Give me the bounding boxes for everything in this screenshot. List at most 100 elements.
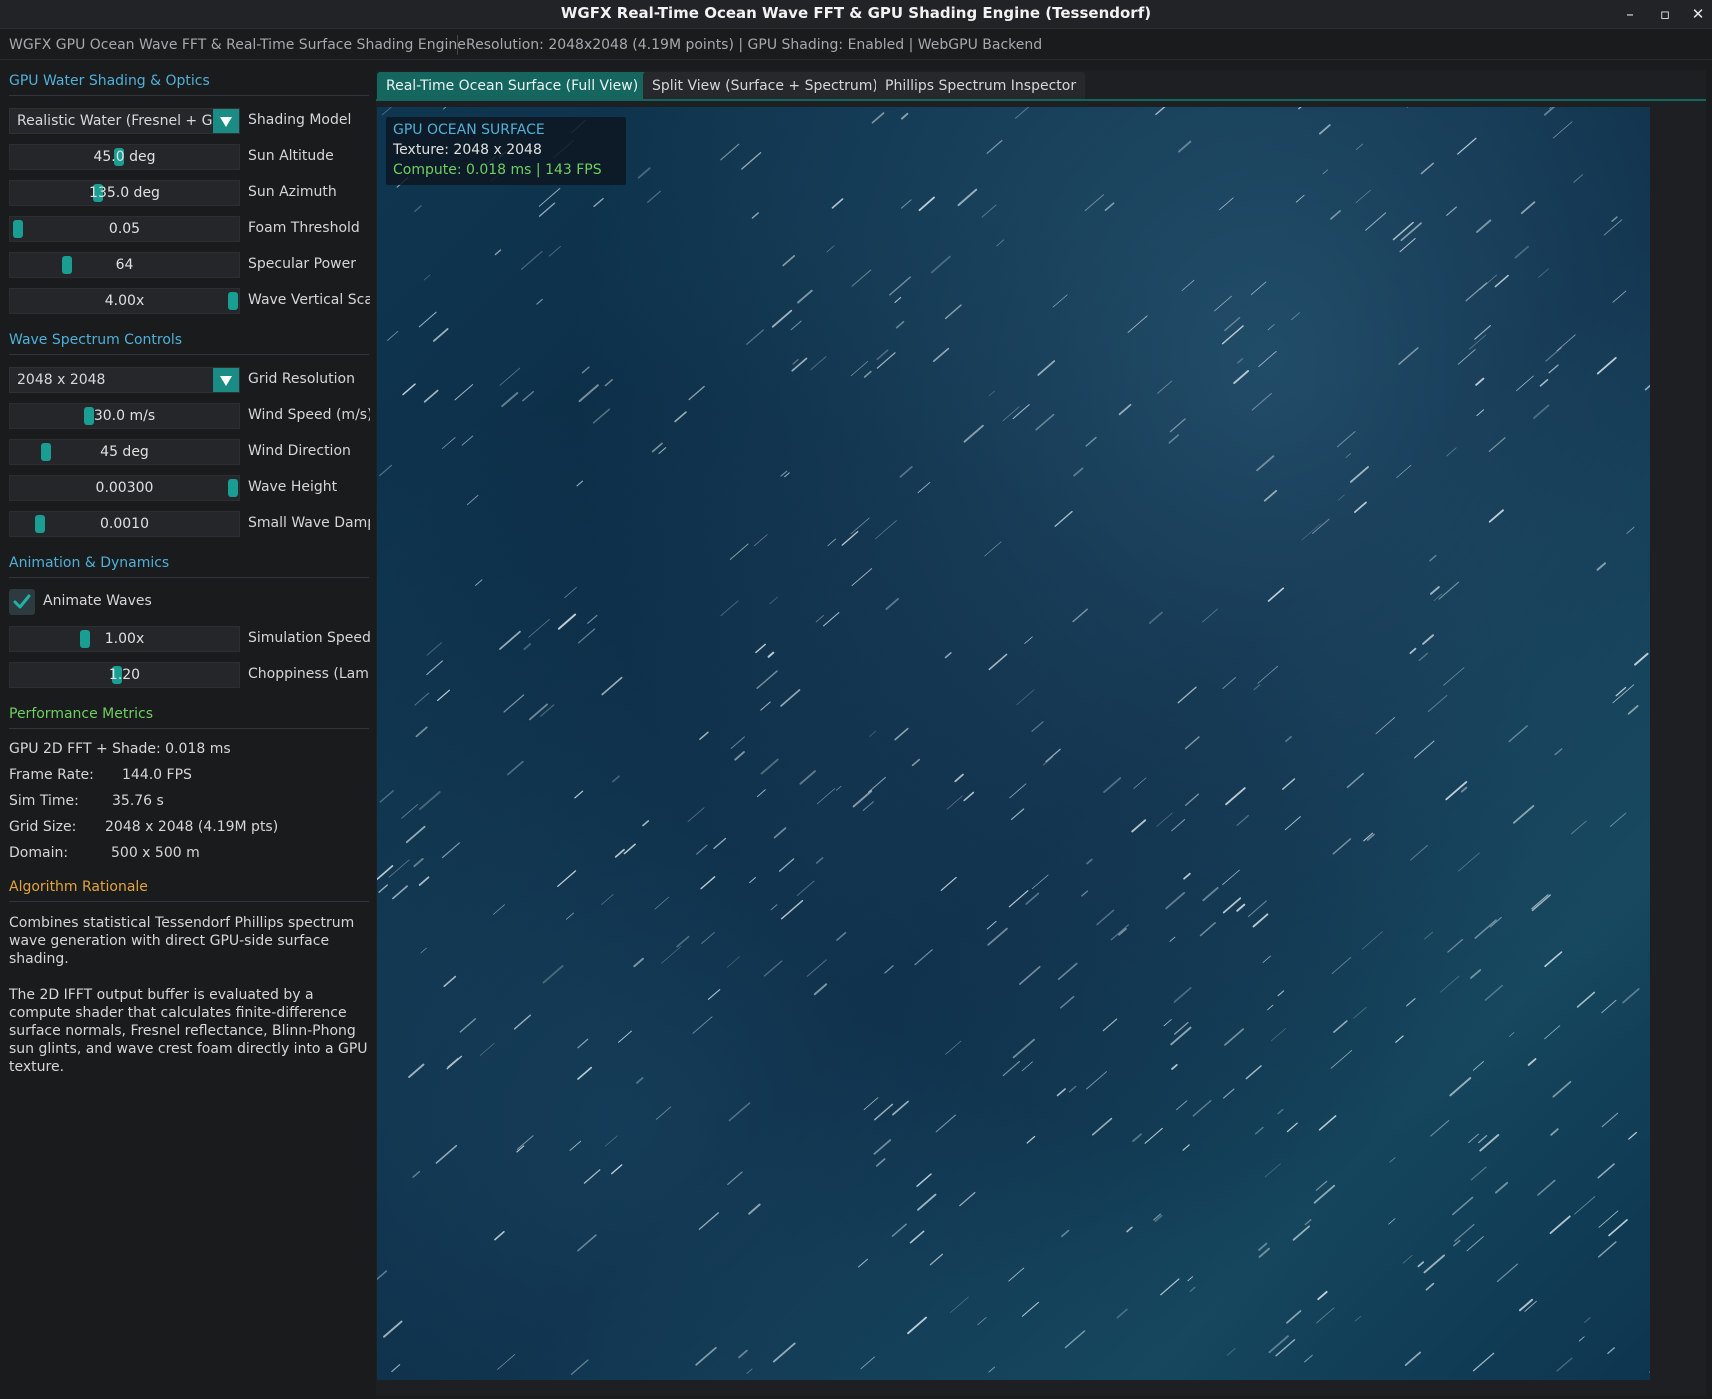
foam-streak xyxy=(957,188,978,207)
tab-full-view[interactable]: Real-Time Ocean Surface (Full View) xyxy=(377,72,648,100)
foam-streak xyxy=(1330,1050,1353,1069)
foam-streak xyxy=(707,988,721,1000)
foam-streak xyxy=(651,442,663,453)
wave-height-label: Wave Height xyxy=(248,479,338,495)
foam-streak xyxy=(1601,999,1617,1014)
foam-streak xyxy=(577,1066,593,1080)
wave-height-slider[interactable]: 0.00300 xyxy=(9,475,240,501)
foam-streak xyxy=(851,269,872,287)
foam-streak xyxy=(720,143,740,161)
foam-streak xyxy=(501,392,519,408)
ocean-surface-viewport[interactable] xyxy=(377,107,1650,1380)
foam-streak xyxy=(1476,409,1485,417)
foam-streak xyxy=(377,865,394,880)
foam-streak xyxy=(1512,805,1535,824)
foam-streak xyxy=(479,1043,495,1056)
foam-streak xyxy=(383,1320,403,1338)
foam-streak xyxy=(674,411,687,423)
metric-label: Sim Time: xyxy=(9,793,79,809)
tab-split-view[interactable]: Split View (Surface + Spectrum) xyxy=(643,72,887,100)
sun-azimuth-slider[interactable]: 135.0 deg xyxy=(9,180,240,206)
foam-streak xyxy=(889,276,911,296)
foam-streak xyxy=(1025,892,1040,905)
choppiness-slider[interactable]: 1.20 xyxy=(9,662,240,688)
small-wave-damping-slider[interactable]: 0.0010 xyxy=(9,511,240,537)
foam-streak xyxy=(1406,998,1416,1007)
foam-streak xyxy=(494,1230,505,1241)
foam-streak xyxy=(1192,1100,1212,1117)
shading-model-dropdown[interactable]: Realistic Water (Fresnel + Glint) xyxy=(9,108,240,134)
foam-streak xyxy=(654,896,670,910)
wave-vertical-scale-slider[interactable]: 4.00x xyxy=(9,288,240,314)
foam-streak xyxy=(755,643,766,654)
foam-streak xyxy=(1277,990,1285,997)
minimize-icon[interactable]: – xyxy=(1619,3,1641,25)
wind-speed-slider[interactable]: 30.0 m/s xyxy=(9,403,240,429)
foam-streak xyxy=(1389,1157,1396,1163)
maximize-icon[interactable]: ▫ xyxy=(1654,3,1676,25)
foam-streak xyxy=(601,894,614,905)
foam-streak xyxy=(413,857,424,868)
foam-streak xyxy=(418,790,441,811)
foam-streak xyxy=(540,704,555,717)
foam-streak xyxy=(1202,886,1219,902)
foam-streak xyxy=(577,1234,597,1252)
foam-streak xyxy=(1084,194,1105,212)
foam-streak xyxy=(894,727,909,741)
grid-resolution-dropdown[interactable]: 2048 x 2048 xyxy=(9,367,240,393)
foam-streak xyxy=(661,945,682,964)
foam-streak xyxy=(1316,1307,1335,1324)
tab-spectrum-inspector[interactable]: Phillips Spectrum Inspector xyxy=(876,72,1086,100)
foam-streak xyxy=(700,876,716,890)
foam-streak xyxy=(911,758,921,767)
foam-streak xyxy=(1414,740,1435,759)
foam-streak xyxy=(810,356,827,371)
animate-waves-checkbox[interactable] xyxy=(9,589,35,615)
chevron-down-icon[interactable] xyxy=(213,368,239,392)
section-header-performance: Performance Metrics xyxy=(9,706,153,722)
foam-streak xyxy=(932,347,950,362)
overlay-compute: Compute: 0.018 ms | 143 FPS xyxy=(393,162,602,178)
foam-streak xyxy=(401,803,419,819)
foam-streak xyxy=(1031,874,1049,890)
foam-streak xyxy=(986,920,997,930)
foam-streak xyxy=(1479,1134,1500,1152)
foam-streak xyxy=(1427,694,1448,713)
foam-streak xyxy=(874,1103,894,1121)
foam-streak xyxy=(1628,1131,1637,1140)
chevron-down-icon[interactable] xyxy=(213,109,239,133)
close-icon[interactable]: ✕ xyxy=(1687,3,1709,25)
specular-power-slider[interactable]: 64 xyxy=(9,252,240,278)
title-bar: WGFX Real-Time Ocean Wave FFT & GPU Shad… xyxy=(0,0,1712,29)
foam-streak xyxy=(1184,736,1200,750)
foam-streak xyxy=(1173,987,1192,1003)
foam-streak xyxy=(1002,406,1020,422)
foam-streak xyxy=(876,352,896,369)
foam-streak xyxy=(1021,1301,1040,1317)
foam-streak xyxy=(1423,1254,1445,1274)
foam-streak xyxy=(523,643,532,651)
foam-streak xyxy=(1155,107,1166,116)
foam-streak xyxy=(1301,523,1321,541)
foam-streak xyxy=(633,957,644,968)
foam-streak xyxy=(1531,894,1551,912)
wind-direction-slider[interactable]: 45 deg xyxy=(9,439,240,465)
window-title: WGFX Real-Time Ocean Wave FFT & GPU Shad… xyxy=(560,4,1152,22)
app-name: WGFX GPU Ocean Wave FFT & Real-Time Surf… xyxy=(9,37,466,53)
foam-streak xyxy=(1612,290,1627,303)
foam-streak xyxy=(914,949,933,966)
foam-streak xyxy=(1221,325,1244,345)
foam-streak xyxy=(1008,890,1029,908)
foam-streak xyxy=(1133,777,1147,789)
foam-streak xyxy=(1520,201,1536,215)
foam-threshold-slider[interactable]: 0.05 xyxy=(9,216,240,242)
foam-streak xyxy=(1556,1357,1573,1372)
sun-altitude-slider[interactable]: 45.0 deg xyxy=(9,144,240,170)
simulation-speed-slider[interactable]: 1.00x xyxy=(9,626,240,652)
foam-streak xyxy=(1286,1122,1298,1133)
foam-streak xyxy=(863,370,872,378)
foam-streak xyxy=(1183,872,1191,880)
foam-streak xyxy=(1304,1354,1313,1363)
foam-streak xyxy=(946,795,963,810)
foam-streak xyxy=(836,785,842,791)
